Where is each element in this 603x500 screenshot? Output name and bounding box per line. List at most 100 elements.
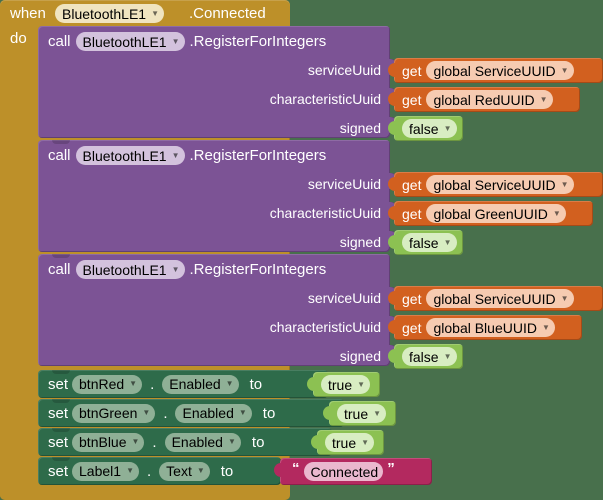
set-to-keyword: to — [220, 462, 234, 480]
set-property-dropdown[interactable]: Enabled ▼ — [175, 403, 252, 423]
param-label-signed: signed — [339, 348, 381, 364]
logic-value-dropdown[interactable]: true ▼ — [337, 404, 387, 423]
set-dot-separator: . — [146, 462, 152, 480]
chevron-down-icon: ▼ — [129, 379, 138, 388]
set-block-btnblue-enabled[interactable]: set btnBlue ▼ . Enabled ▼ to — [38, 428, 338, 456]
event-body-keyword-do: do — [10, 30, 27, 47]
get-block-service-uuid-1[interactable]: get global ServiceUUID ▼ — [388, 58, 603, 83]
set-to-keyword: to — [262, 404, 276, 422]
get-block-green-uuid[interactable]: get global GreenUUID ▼ — [388, 201, 593, 226]
set-property-label: Text — [166, 463, 192, 479]
get-keyword: get — [402, 176, 422, 193]
set-to-keyword: to — [249, 375, 263, 393]
text-block-connected[interactable]: “ Connected ” — [274, 458, 432, 485]
set-block-btnred-enabled[interactable]: set btnRed ▼ . Enabled ▼ to — [38, 370, 334, 398]
logic-block-true-2[interactable]: true ▼ — [323, 401, 396, 426]
set-property-dropdown[interactable]: Text ▼ — [159, 461, 210, 481]
get-keyword: get — [402, 62, 422, 79]
param-label-service-uuid: serviceUuid — [307, 176, 381, 192]
call-block-register-integers-green[interactable]: call BluetoothLE1 ▼ .RegisterForIntegers… — [38, 140, 397, 252]
get-keyword: get — [402, 290, 422, 307]
logic-value-dropdown[interactable]: true ▼ — [321, 375, 371, 394]
chevron-down-icon: ▼ — [373, 408, 382, 418]
chevron-down-icon: ▼ — [443, 237, 452, 247]
get-variable-dropdown[interactable]: global RedUUID ▼ — [426, 90, 553, 109]
set-component-dropdown[interactable]: btnBlue ▼ — [72, 432, 145, 452]
get-variable-dropdown[interactable]: global BlueUUID ▼ — [426, 318, 555, 337]
logic-value-label: false — [409, 234, 439, 251]
text-close-quote: ” — [387, 460, 395, 477]
chevron-down-icon: ▼ — [541, 322, 550, 332]
logic-value-dropdown[interactable]: true ▼ — [325, 433, 375, 452]
set-block-label1-text[interactable]: set Label1 ▼ . Text ▼ to — [38, 457, 287, 485]
set-component-label: btnRed — [79, 376, 125, 392]
set-property-dropdown[interactable]: Enabled ▼ — [164, 432, 241, 452]
call-component-dropdown[interactable]: BluetoothLE1 ▼ — [75, 260, 185, 279]
get-variable-label: global ServiceUUID — [433, 176, 556, 193]
block-top-notch — [52, 457, 70, 461]
chevron-down-icon: ▼ — [560, 293, 569, 303]
get-block-service-uuid-3[interactable]: get global ServiceUUID ▼ — [388, 286, 603, 311]
set-block-btngreen-enabled[interactable]: set btnGreen ▼ . Enabled ▼ to — [38, 399, 350, 427]
set-property-label: Enabled — [171, 434, 223, 450]
chevron-down-icon: ▼ — [443, 123, 452, 133]
get-variable-label: global RedUUID — [433, 91, 535, 108]
get-variable-label: global BlueUUID — [433, 319, 537, 336]
get-variable-label: global ServiceUUID — [433, 62, 556, 79]
logic-value-label: true — [344, 405, 369, 422]
event-component-label: BluetoothLE1 — [62, 5, 147, 22]
call-component-dropdown[interactable]: BluetoothLE1 ▼ — [75, 146, 185, 165]
logic-block-false-2[interactable]: false ▼ — [388, 230, 463, 255]
call-component-dropdown[interactable]: BluetoothLE1 ▼ — [75, 32, 185, 51]
get-variable-dropdown[interactable]: global ServiceUUID ▼ — [426, 61, 574, 80]
text-value-field[interactable]: Connected — [303, 462, 384, 481]
logic-value-dropdown[interactable]: false ▼ — [402, 119, 457, 138]
set-keyword: set — [48, 462, 69, 480]
block-top-notch — [52, 428, 70, 432]
param-label-characteristic-uuid: characteristicUuid — [269, 205, 381, 221]
chevron-down-icon: ▼ — [443, 351, 452, 361]
chevron-down-icon: ▼ — [227, 437, 236, 446]
call-block-register-integers-blue[interactable]: call BluetoothLE1 ▼ .RegisterForIntegers… — [38, 254, 397, 366]
chevron-down-icon: ▼ — [361, 437, 370, 447]
set-keyword: set — [48, 404, 69, 422]
event-keyword-when: when — [10, 5, 46, 22]
chevron-down-icon: ▼ — [357, 379, 366, 389]
call-method-label: .RegisterForIntegers — [189, 147, 327, 164]
logic-block-true-3[interactable]: true ▼ — [311, 430, 384, 455]
get-block-service-uuid-2[interactable]: get global ServiceUUID ▼ — [388, 172, 603, 197]
get-variable-dropdown[interactable]: global GreenUUID ▼ — [426, 204, 566, 223]
blocks-canvas[interactable]: when BluetoothLE1 ▼ . Connected do call B… — [0, 0, 603, 500]
logic-block-false-3[interactable]: false ▼ — [388, 344, 463, 369]
chevron-down-icon: ▼ — [171, 264, 180, 274]
call-keyword: call — [48, 147, 71, 164]
logic-block-true-1[interactable]: true ▼ — [307, 372, 380, 397]
call-component-label: BluetoothLE1 — [82, 261, 167, 278]
set-dot-separator: . — [150, 375, 155, 393]
set-property-dropdown[interactable]: Enabled ▼ — [162, 374, 239, 394]
event-component-dropdown[interactable]: BluetoothLE1 ▼ — [55, 4, 164, 23]
chevron-down-icon: ▼ — [151, 8, 159, 18]
logic-value-dropdown[interactable]: false ▼ — [402, 347, 457, 366]
chevron-down-icon: ▼ — [225, 379, 234, 388]
chevron-down-icon: ▼ — [142, 408, 151, 417]
logic-value-dropdown[interactable]: false ▼ — [402, 233, 457, 252]
get-variable-label: global GreenUUID — [433, 205, 548, 222]
call-component-label: BluetoothLE1 — [82, 147, 167, 164]
chevron-down-icon: ▼ — [131, 437, 140, 446]
get-keyword: get — [402, 91, 422, 108]
get-block-blue-uuid[interactable]: get global BlueUUID ▼ — [388, 315, 582, 340]
set-component-dropdown[interactable]: btnRed ▼ — [72, 374, 143, 394]
get-variable-dropdown[interactable]: global ServiceUUID ▼ — [426, 175, 574, 194]
get-variable-dropdown[interactable]: global ServiceUUID ▼ — [426, 289, 574, 308]
logic-block-false-1[interactable]: false ▼ — [388, 116, 463, 141]
set-component-dropdown[interactable]: btnGreen ▼ — [72, 403, 156, 423]
param-label-characteristic-uuid: characteristicUuid — [269, 319, 381, 335]
get-block-red-uuid[interactable]: get global RedUUID ▼ — [388, 87, 580, 112]
set-component-label: btnGreen — [79, 405, 138, 421]
call-block-register-integers-red[interactable]: call BluetoothLE1 ▼ .RegisterForIntegers… — [38, 26, 397, 138]
param-label-signed: signed — [339, 120, 381, 136]
block-top-notch — [52, 370, 70, 374]
set-dot-separator: . — [152, 433, 157, 451]
set-component-dropdown[interactable]: Label1 ▼ — [72, 461, 139, 481]
